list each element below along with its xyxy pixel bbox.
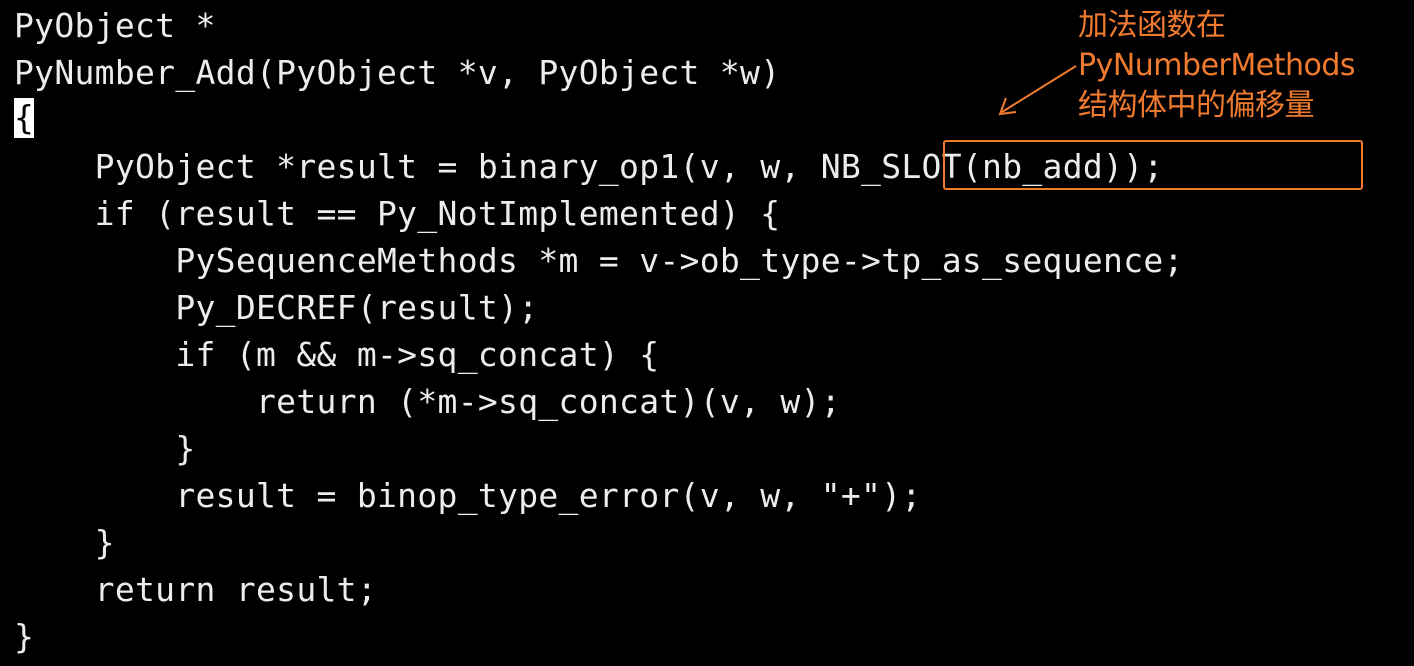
annotation-line-2: PyNumberMethods bbox=[1078, 48, 1356, 83]
code-line-1: PyObject * bbox=[14, 6, 216, 45]
code-line-6: PySequenceMethods *m = v->ob_type->tp_as… bbox=[14, 241, 1184, 280]
annotation-note: 加法函数在 PyNumberMethods 结构体中的偏移量 bbox=[1078, 6, 1408, 126]
annotation-line-3: 结构体中的偏移量 bbox=[1078, 88, 1315, 123]
code-line-14: } bbox=[14, 617, 35, 656]
code-line-12: } bbox=[14, 523, 115, 562]
code-line-13: return result; bbox=[14, 570, 378, 609]
code-line-9: return (*m->sq_concat)(v, w); bbox=[14, 382, 841, 421]
code-line-8: if (m && m->sq_concat) { bbox=[14, 335, 660, 374]
code-line-3: { bbox=[14, 96, 35, 143]
code-line-7: Py_DECREF(result); bbox=[14, 288, 539, 327]
annotation-arrow-icon bbox=[998, 65, 1077, 116]
text-cursor: { bbox=[14, 98, 35, 138]
code-line-10: } bbox=[14, 429, 196, 468]
code-line-11: result = binop_type_error(v, w, "+"); bbox=[14, 476, 922, 515]
code-line-5: if (result == Py_NotImplemented) { bbox=[14, 194, 781, 233]
highlight-box-nb-slot bbox=[943, 140, 1363, 190]
annotation-line-1: 加法函数在 bbox=[1078, 8, 1226, 43]
code-line-2: PyNumber_Add(PyObject *v, PyObject *w) bbox=[14, 53, 781, 92]
